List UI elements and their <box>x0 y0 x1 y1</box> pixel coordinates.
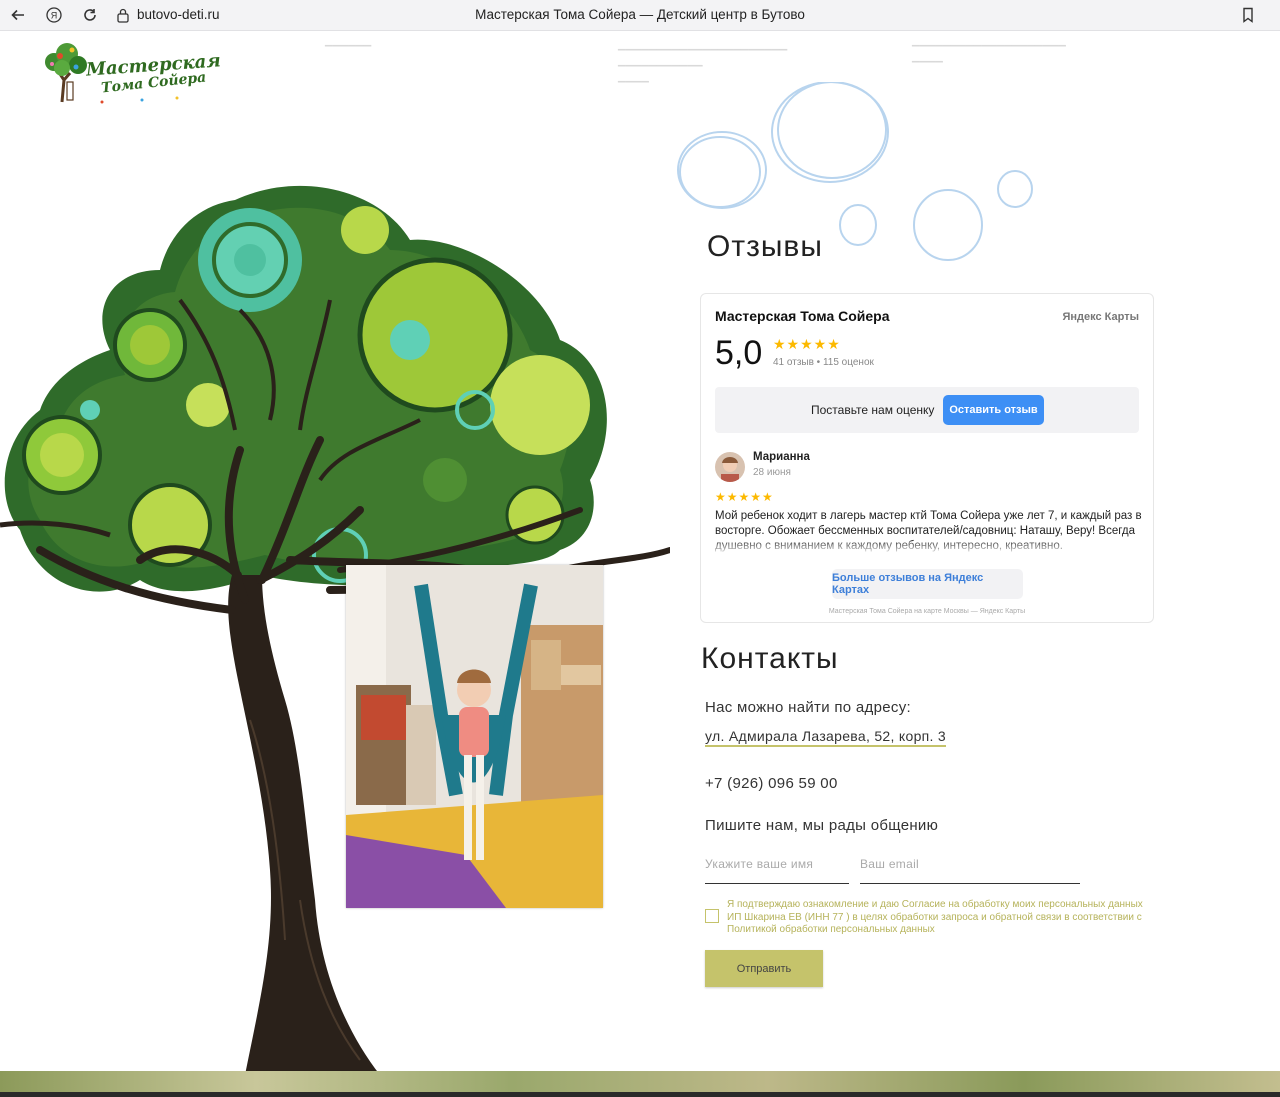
rating-value: 5,0 <box>715 334 763 372</box>
leave-review-button[interactable]: Оставить отзыв <box>943 395 1044 425</box>
more-reviews-button[interactable]: Больше отзывов на Яндекс Картах <box>832 569 1023 599</box>
avatar <box>715 452 745 482</box>
phone-number[interactable]: +7 (926) 096 59 00 <box>705 775 838 792</box>
org-name[interactable]: Мастерская Тома Сойера <box>715 308 890 324</box>
write-us-label: Пишите нам, мы рады общению <box>705 817 939 834</box>
review-stars: ★★★★★ <box>715 490 774 504</box>
consent-text: Я подтверждаю ознакомление и даю Согласи… <box>727 899 1143 935</box>
consent-checkbox[interactable] <box>705 909 719 923</box>
address-label: Нас можно найти по адресу: <box>705 699 911 716</box>
child-swing-photo <box>346 565 603 908</box>
submit-button[interactable]: Отправить <box>705 950 823 987</box>
bookmark-icon[interactable] <box>1241 7 1255 23</box>
email-input[interactable]: Ваш email <box>860 851 1080 884</box>
faded-text: ▁▁▁▁▁▁▁▁▁▁▁▁▁▁▁▁▁▁▁▁▁▁ ▁▁▁▁▁▁▁▁▁▁▁ ▁▁▁▁ <box>618 40 788 83</box>
browser-toolbar: Я butovo-deti.ru Мастерская Тома Сойера … <box>0 0 1280 31</box>
faded-text: ▁▁▁▁▁▁ <box>325 36 372 47</box>
review-author: Марианна <box>753 451 810 463</box>
rating-stars: ★★★★★ <box>773 337 841 353</box>
review-date: 28 июня <box>753 467 791 478</box>
rating-count: 41 отзыв • 115 оценок <box>773 357 874 368</box>
reviews-title: Отзывы <box>707 230 823 263</box>
name-input[interactable]: Укажите ваше имя <box>705 851 849 884</box>
yandex-maps-label[interactable]: Яндекс Карты <box>1062 311 1139 323</box>
yandex-reviews-widget: Мастерская Тома Сойера Яндекс Карты 5,0 … <box>700 293 1154 623</box>
page-title: Мастерская Тома Сойера — Детский центр в… <box>475 7 805 22</box>
rate-prompt-text: Поставьте нам оценку <box>811 403 935 417</box>
faded-text: ▁▁▁▁▁▁▁▁▁▁▁▁▁▁▁▁▁▁▁▁ ▁▁▁▁ <box>912 36 1066 63</box>
review-fade <box>715 539 1143 555</box>
address-link[interactable]: ул. Адмирала Лазарева, 52, корп. 3 <box>705 728 947 747</box>
footer-edge <box>0 1092 1280 1097</box>
widget-footer-link[interactable]: Мастерская Тома Сойера на карте Москвы —… <box>701 608 1153 615</box>
contacts-title: Контакты <box>701 642 839 675</box>
rate-prompt-box: Поставьте нам оценку Оставить отзыв <box>715 387 1139 433</box>
